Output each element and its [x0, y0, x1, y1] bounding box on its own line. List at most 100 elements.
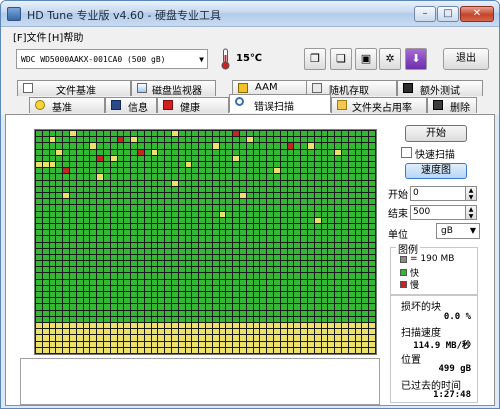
block-cell	[240, 211, 246, 217]
block-cell	[369, 236, 375, 242]
exit-button[interactable]: 退出	[443, 48, 489, 70]
block-cell	[219, 273, 226, 279]
menu-help[interactable]: [H]帮助	[48, 29, 83, 44]
block-cell	[212, 174, 219, 180]
tab-file-benchmark[interactable]: 文件基准	[17, 80, 131, 97]
block-cell	[138, 279, 144, 285]
block-cell	[83, 155, 90, 161]
start-scan-button[interactable]: 开始	[405, 125, 467, 142]
block-cell	[90, 323, 97, 329]
block-cell	[308, 341, 314, 347]
block-cell	[335, 192, 341, 199]
block-cell	[314, 304, 321, 310]
checkbox-box[interactable]	[401, 147, 412, 158]
tab-error-scan[interactable]: 错误扫描	[229, 94, 331, 113]
block-cell	[335, 310, 341, 316]
block-cell	[63, 310, 69, 316]
block-cell	[36, 261, 42, 267]
block-cell	[158, 329, 165, 335]
block-cell	[83, 223, 90, 230]
block-cell	[178, 347, 185, 353]
block-cell	[369, 149, 375, 155]
block-cell	[355, 347, 362, 353]
block-cell	[294, 341, 301, 347]
block-cell	[240, 192, 246, 199]
minimize-button[interactable]: –	[414, 6, 436, 22]
block-cell	[226, 230, 233, 236]
block-cell	[342, 292, 348, 298]
save-button[interactable]: ▣	[355, 48, 377, 70]
block-cell	[199, 236, 205, 242]
block-cell	[301, 180, 307, 186]
block-cell	[110, 217, 117, 223]
block-cell	[206, 292, 212, 298]
block-cell	[267, 155, 273, 161]
tab-disk-monitor[interactable]: 磁盘监视器	[131, 80, 216, 97]
block-cell	[206, 211, 212, 217]
block-cell	[253, 236, 260, 242]
block-cell	[314, 161, 321, 168]
block-cell	[117, 285, 124, 292]
block-cell	[240, 304, 246, 310]
block-cell	[362, 292, 369, 298]
block-cell	[178, 161, 185, 168]
start-input[interactable]: 0	[410, 186, 466, 201]
block-cell	[314, 180, 321, 186]
block-cell	[131, 192, 137, 199]
block-cell	[314, 205, 321, 211]
close-button[interactable]: ✕	[460, 6, 494, 22]
block-cell	[369, 137, 375, 143]
scan-log-area[interactable]	[20, 358, 380, 405]
speed-map-button[interactable]: 速度图	[405, 163, 467, 179]
tab-extra-tests[interactable]: 额外测试	[397, 80, 483, 97]
block-cell	[219, 248, 226, 254]
block-cell	[253, 242, 260, 248]
start-spinner[interactable]: ▲ ▼	[466, 186, 477, 201]
block-cell	[104, 168, 110, 174]
block-cell	[90, 310, 97, 316]
block-cell	[144, 211, 151, 217]
block-cell	[362, 223, 369, 230]
block-cell	[138, 236, 144, 242]
block-cell	[280, 323, 287, 329]
block-cell	[301, 304, 307, 310]
tab-benchmark[interactable]: 基准	[29, 97, 105, 114]
tab-erase[interactable]: 删除	[427, 97, 477, 114]
download-button[interactable]: ⬇	[405, 48, 427, 70]
block-cell	[36, 236, 42, 242]
copy-info-button[interactable]: ❐	[304, 48, 326, 70]
block-cell	[226, 242, 233, 248]
title-bar[interactable]: HD Tune 专业版 v4.60 - 硬盘专业工具 – □ ✕	[1, 1, 499, 27]
tab-info[interactable]: 信息	[105, 97, 157, 114]
options-button[interactable]: ✲	[379, 48, 401, 70]
end-input[interactable]: 500	[410, 205, 466, 220]
block-cell	[76, 205, 83, 211]
block-cell	[49, 161, 56, 168]
tab-health[interactable]: 健康	[157, 97, 229, 114]
maximize-button[interactable]: □	[437, 6, 459, 22]
block-cell	[321, 341, 328, 347]
block-cell	[178, 186, 185, 192]
menu-file[interactable]: [F]文件	[13, 29, 47, 44]
block-cell	[219, 261, 226, 267]
block-cell	[165, 137, 171, 143]
block-cell	[151, 180, 158, 186]
block-cell	[144, 254, 151, 261]
block-cell	[49, 267, 56, 273]
block-cell	[226, 149, 233, 155]
drive-select[interactable]: WDC WD5000AAKX-001CA0 (500 gB) ▼	[16, 49, 208, 69]
end-spinner[interactable]: ▲ ▼	[466, 205, 477, 220]
copy-screenshot-button[interactable]: ❏	[330, 48, 352, 70]
block-cell	[36, 174, 42, 180]
tab-folder-usage[interactable]: 文件夹占用率	[331, 97, 427, 114]
lightbulb-icon	[35, 100, 45, 110]
block-cell	[328, 298, 335, 304]
unit-select[interactable]: gB ▼	[436, 223, 480, 239]
block-cell	[144, 329, 151, 335]
block-cell	[321, 186, 328, 192]
block-cell	[206, 205, 212, 211]
block-cell	[226, 285, 233, 292]
block-cell	[70, 199, 76, 205]
block-cell	[348, 310, 355, 316]
block-cell	[124, 316, 131, 323]
